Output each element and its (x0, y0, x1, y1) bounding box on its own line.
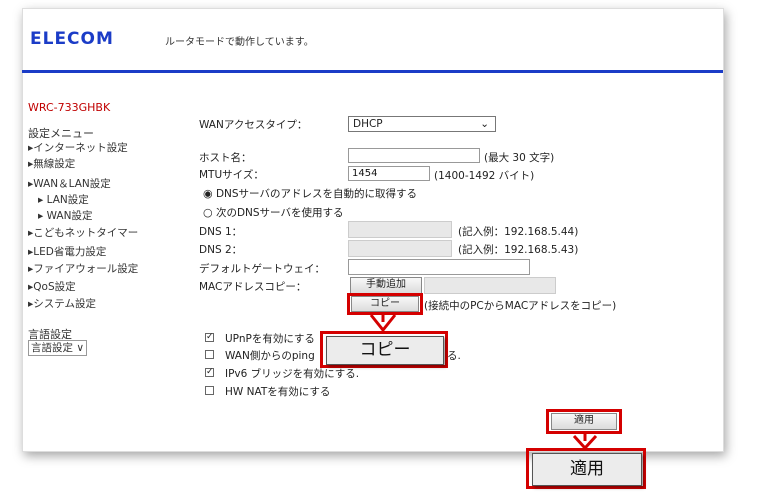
copy-callout: コピー (326, 336, 444, 365)
hwnat-checkbox[interactable] (205, 386, 214, 395)
sidebar-item-qos[interactable]: ▸QoS設定 (28, 279, 76, 294)
sidebar-item-system[interactable]: ▸システム設定 (28, 296, 96, 311)
apply-callout: 適用 (532, 453, 642, 486)
dns2-input[interactable] (348, 240, 452, 257)
wan-type-select[interactable]: DHCP ⌄ (348, 116, 496, 132)
dns1-input[interactable] (348, 221, 452, 238)
model-name: WRC-733GHBK (28, 101, 111, 114)
hwnat-label: HW NATを有効にする (225, 386, 331, 398)
dns-auto-label: DNSサーバのアドレスを自動的に取得する (215, 188, 417, 200)
sidebar-item-kids-timer[interactable]: ▸こどもネットタイマー (28, 225, 138, 240)
mac-address-input[interactable] (424, 277, 556, 294)
mode-status-text: ルータモードで動作しています。 (165, 37, 314, 48)
mtu-hint: (1400-1492 バイト) (434, 170, 535, 182)
hostname-input[interactable] (348, 148, 480, 163)
mac-copy-label: MACアドレスコピー： (199, 281, 307, 293)
ping-label-tail: る. (447, 350, 461, 362)
hostname-label: ホスト名： (199, 152, 252, 164)
hostname-hint: (最大 30 文字) (484, 152, 555, 164)
gateway-input[interactable] (348, 259, 530, 275)
sidebar-item-internet[interactable]: ▸インターネット設定 (28, 140, 128, 155)
ping-label: WAN側からのping (225, 350, 315, 362)
mtu-input[interactable]: 1454 (348, 166, 430, 181)
copy-hint: (接続中のPCからMACアドレスをコピー) (424, 300, 617, 312)
sidebar-item-wan[interactable]: ▸ WAN設定 (38, 208, 92, 223)
header-divider (22, 70, 723, 73)
ipv6-checkbox[interactable]: ✓ (205, 368, 214, 377)
dns1-hint: (記入例：192.168.5.44) (458, 226, 579, 238)
chevron-down-icon: ⌄ (480, 118, 489, 130)
sidebar-item-wireless[interactable]: ▸無線設定 (28, 156, 75, 171)
mac-manual-button[interactable]: 手動追加 (350, 277, 422, 294)
dns-auto-radio[interactable]: ◉ DNSサーバのアドレスを自動的に取得する (203, 186, 417, 201)
ping-checkbox[interactable] (205, 350, 214, 359)
upnp-label: UPnPを有効にする (225, 333, 315, 345)
dns2-label: DNS 2： (199, 244, 243, 256)
copy-mac-button[interactable]: コピー (351, 296, 419, 312)
language-select[interactable]: 言語設定 ∨ (28, 340, 88, 356)
gateway-label: デフォルトゲートウェイ： (199, 263, 325, 275)
radio-empty-icon: ○ (203, 206, 213, 219)
sidebar-item-firewall[interactable]: ▸ファイアウォール設定 (28, 261, 138, 276)
sidebar-item-wan-lan[interactable]: ▸WAN＆LAN設定 (28, 176, 111, 191)
dns1-label: DNS 1： (199, 226, 243, 238)
upnp-checkbox[interactable]: ✓ (205, 333, 214, 342)
wan-type-label: WANアクセスタイプ： (199, 119, 308, 131)
ipv6-label: IPv6 ブリッジを有効にする. (225, 368, 360, 380)
dns-manual-radio[interactable]: ○ 次のDNSサーバを使用する (203, 205, 343, 220)
sidebar-item-led-power[interactable]: ▸LED省電力設定 (28, 244, 106, 259)
elecom-logo: ELECOM (30, 29, 114, 49)
radio-selected-icon: ◉ (203, 187, 213, 200)
mtu-label: MTUサイズ： (199, 169, 264, 181)
apply-button[interactable]: 適用 (551, 413, 617, 430)
dns2-hint: (記入例：192.168.5.43) (458, 244, 579, 256)
wan-type-value: DHCP (353, 118, 383, 130)
sidebar-item-lan[interactable]: ▸ LAN設定 (38, 192, 89, 207)
settings-menu-title: 設定メニュー (28, 127, 94, 140)
dns-manual-label: 次のDNSサーバを使用する (215, 207, 344, 219)
